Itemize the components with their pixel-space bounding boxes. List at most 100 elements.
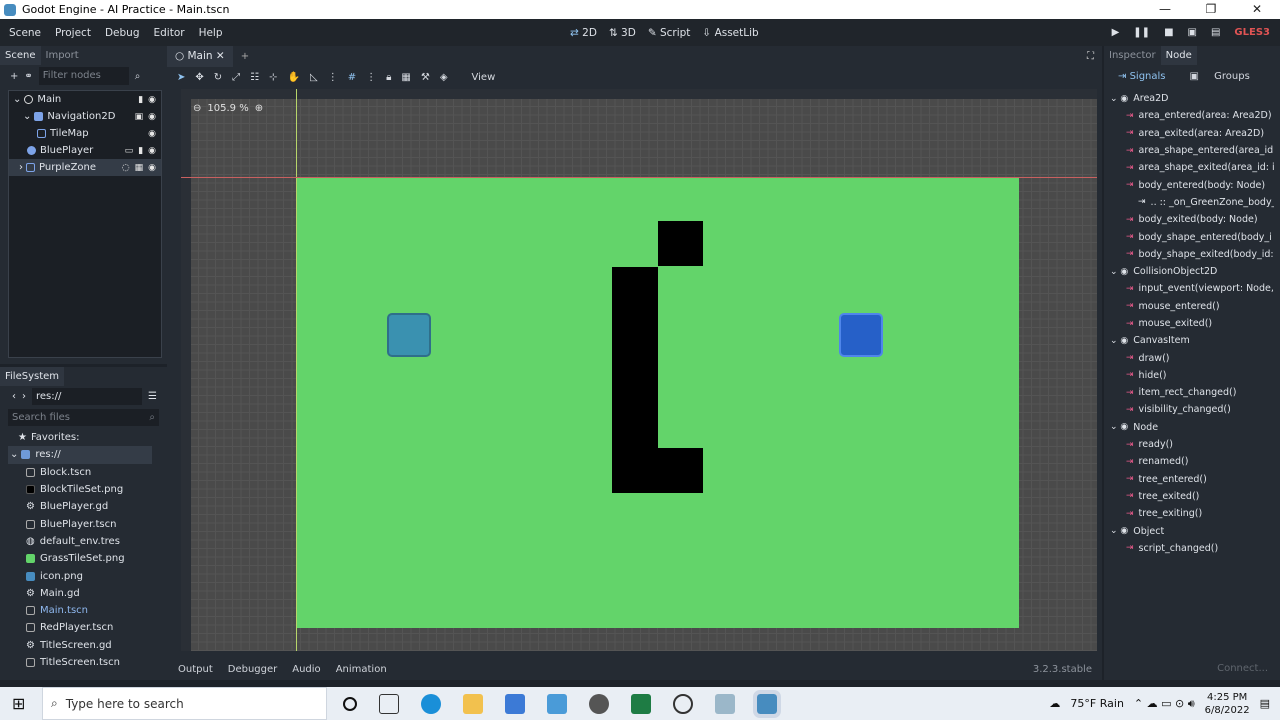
signal-row[interactable]: ⇥ area_entered(area: Area2D) (1110, 107, 1274, 124)
signal-class-row[interactable]: ⌄ ◉ Area2D (1110, 90, 1274, 107)
file-item[interactable]: icon.png (8, 567, 152, 584)
visibility-icon[interactable]: ◉ (148, 146, 156, 156)
taskbar-search[interactable]: ⌕ Type here to search (42, 687, 327, 720)
signal-row[interactable]: ⇥ area_shape_exited(area_id: i (1110, 159, 1274, 176)
chrome-icon[interactable] (673, 693, 693, 714)
menu-editor[interactable]: Editor (153, 27, 184, 39)
visibility-icon[interactable]: ◉ (148, 112, 156, 122)
tab-filesystem[interactable]: FileSystem (0, 367, 65, 386)
signal-row[interactable]: ⇥ script_changed() (1110, 540, 1274, 557)
visibility-icon[interactable]: ◉ (148, 163, 156, 173)
link-icon[interactable]: ⚭ (24, 71, 32, 82)
visibility-icon[interactable]: ◉ (148, 129, 156, 139)
minimize-button[interactable]: — (1142, 0, 1188, 19)
tab-signals[interactable]: ⇥ Signals (1118, 71, 1166, 82)
task-view-icon[interactable] (379, 693, 399, 714)
pivot-tool-icon[interactable]: ⊹ (269, 72, 277, 83)
path-field[interactable]: res:// (32, 387, 142, 405)
zoom-out-icon[interactable]: ⊖ (193, 103, 201, 114)
notification-icon[interactable]: ▤ (1260, 697, 1270, 710)
file-item[interactable]: Block.tscn (8, 464, 152, 481)
signal-row[interactable]: ⇥ .. :: _on_GreenZone_body_e (1110, 194, 1274, 211)
file-explorer-icon[interactable] (463, 693, 483, 714)
tree-node-tilemap[interactable]: TileMap ◉ (9, 125, 161, 142)
scene-instance-icon[interactable]: ▭ (125, 146, 134, 156)
zoom-level[interactable]: 105.9 % (207, 103, 248, 114)
file-item[interactable]: ⚙ TitleScreen.gd (8, 637, 152, 654)
maximize-button[interactable]: ❐ (1188, 0, 1234, 19)
edge-icon[interactable] (421, 693, 441, 714)
grid-snap-icon[interactable]: # (348, 72, 356, 83)
res-folder-row[interactable]: ⌄ res:// (8, 446, 152, 464)
script-icon[interactable]: ▮ (138, 95, 143, 105)
canvas-viewport[interactable]: ⊖ 105.9 % ⊕ (181, 89, 1097, 651)
paper-app-icon[interactable] (715, 693, 735, 714)
signal-row[interactable]: ⇥ body_exited(body: Node) (1110, 211, 1274, 228)
group-icon[interactable]: ▣ (135, 112, 144, 122)
group-icon[interactable]: ▦ (135, 163, 144, 173)
signal-class-row[interactable]: ⌄ ◉ CollisionObject2D (1110, 263, 1274, 280)
signal-row[interactable]: ⇥ body_shape_entered(body_i (1110, 228, 1274, 245)
group-icon[interactable]: ▦ (401, 72, 410, 83)
play-custom-icon[interactable]: ▤ (1211, 27, 1220, 38)
visibility-icon[interactable]: ◉ (148, 95, 156, 105)
file-item[interactable]: RedPlayer.tscn (8, 619, 152, 636)
file-item[interactable]: Main.tscn (8, 602, 152, 619)
search-files-input[interactable]: Search files ⌕ (8, 409, 159, 426)
tab-audio[interactable]: Audio (292, 664, 320, 675)
scene-tab-main[interactable]: ○ Main ✕ (167, 46, 233, 67)
blue-player-sprite[interactable] (839, 313, 883, 357)
signal-row[interactable]: ⇥ input_event(viewport: Node, (1110, 280, 1274, 297)
mail-icon[interactable] (547, 693, 567, 714)
tab-scene[interactable]: Scene (0, 46, 41, 65)
mode-2d-button[interactable]: ⇄ 2D (570, 27, 597, 39)
signal-row[interactable]: ⇥ hide() (1110, 367, 1274, 384)
script-icon[interactable]: ▮ (138, 146, 143, 156)
tab-animation[interactable]: Animation (336, 664, 387, 675)
mode-assetlib-button[interactable]: ⇩ AssetLib (702, 27, 758, 39)
more-options-icon[interactable]: ⋮ (366, 72, 376, 83)
file-item[interactable]: BlockTileSet.png (8, 481, 152, 498)
godot-taskbar-icon[interactable] (753, 689, 781, 718)
rotate-tool-icon[interactable]: ↻ (214, 72, 222, 83)
file-item[interactable]: BluePlayer.tscn (8, 515, 152, 532)
connect-button[interactable]: Connect... (1217, 663, 1268, 674)
signal-row[interactable]: ⇥ ready() (1110, 436, 1274, 453)
play-scene-icon[interactable]: ▣ (1188, 27, 1197, 38)
signal-row[interactable]: ⇥ area_exited(area: Area2D) (1110, 125, 1274, 142)
menu-help[interactable]: Help (199, 27, 223, 39)
view-menu[interactable]: View (472, 72, 496, 83)
menu-scene[interactable]: Scene (9, 27, 41, 39)
file-item[interactable]: TitleScreen.tscn (8, 654, 152, 671)
bone-icon[interactable]: ⚒ (421, 72, 430, 83)
windows-start-icon[interactable]: ⊞ (12, 694, 25, 713)
file-item[interactable]: GrassTileSet.png (8, 550, 152, 567)
signal-class-row[interactable]: ⌄ ◉ Node (1110, 419, 1274, 436)
tab-groups[interactable]: ▣ Groups (1190, 71, 1250, 82)
scale-tool-icon[interactable]: ⤢ (232, 72, 240, 83)
move-tool-icon[interactable]: ✥ (195, 72, 203, 83)
alien-app-icon[interactable] (589, 693, 609, 714)
ruler-tool-icon[interactable]: ◺ (310, 72, 318, 83)
smart-snap-icon[interactable]: ⋮ (328, 72, 338, 83)
excel-icon[interactable] (631, 693, 651, 714)
signal-class-row[interactable]: ⌄ ◉ CanvasItem (1110, 332, 1274, 349)
forward-arrow-icon[interactable]: › (22, 391, 26, 402)
menu-project[interactable]: Project (55, 27, 91, 39)
signal-row[interactable]: ⇥ visibility_changed() (1110, 401, 1274, 418)
filter-nodes-input[interactable]: Filter nodes (38, 67, 129, 85)
mode-3d-button[interactable]: ⇅ 3D (609, 27, 636, 39)
signal-row[interactable]: ⇥ body_entered(body: Node) (1110, 176, 1274, 193)
stop-icon[interactable]: ■ (1164, 27, 1173, 38)
tray-icons[interactable]: ⌃ ☁ ▭ ⊙ 🔊︎ (1134, 697, 1195, 711)
signal-row[interactable]: ⇥ mouse_entered() (1110, 298, 1274, 315)
signal-class-row[interactable]: ⌄ ◉ Object (1110, 522, 1274, 539)
signal-row[interactable]: ⇥ tree_exited() (1110, 488, 1274, 505)
signal-row[interactable]: ⇥ item_rect_changed() (1110, 384, 1274, 401)
split-view-icon[interactable]: ☰ (148, 391, 157, 402)
mode-script-button[interactable]: ✎ Script (648, 27, 691, 39)
camera-icon[interactable]: ◈ (440, 72, 448, 83)
tree-node-navigation2d[interactable]: ⌄ Navigation2D ▣ ◉ (9, 108, 161, 125)
tree-node-purplezone[interactable]: › PurpleZone ◌ ▦ ◉ (9, 159, 161, 176)
pan-tool-icon[interactable]: ✋ (288, 72, 300, 83)
